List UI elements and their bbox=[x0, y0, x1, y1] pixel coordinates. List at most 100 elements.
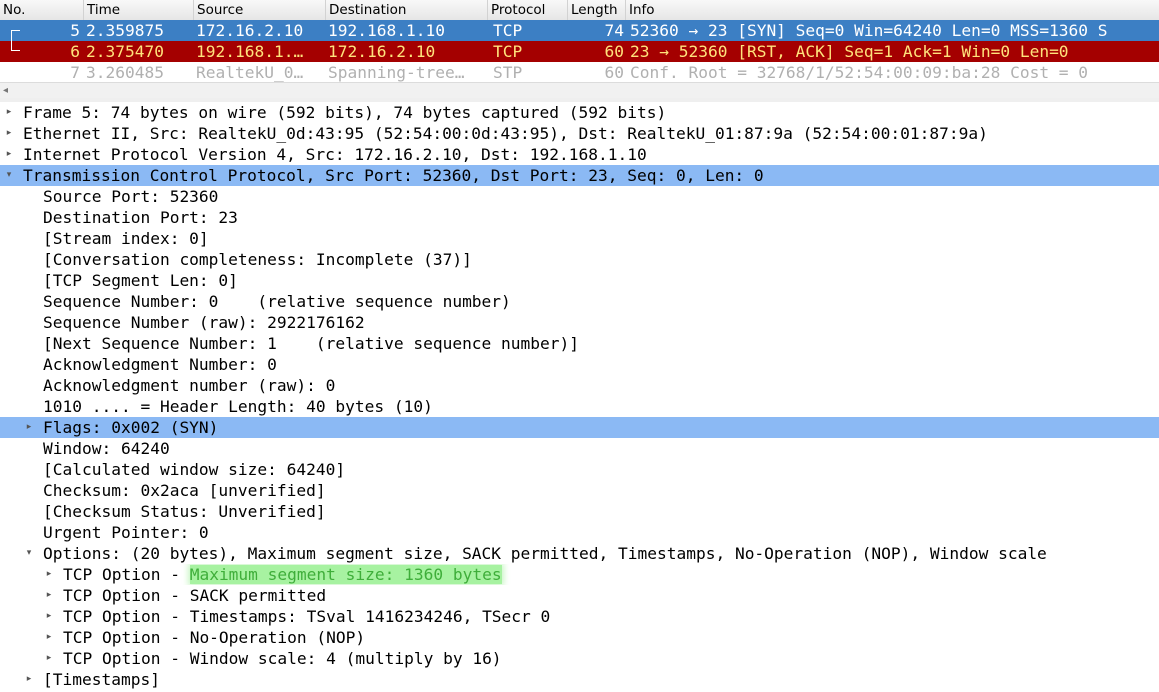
tree-item[interactable]: ▸ Flags: 0x002 (SYN) bbox=[0, 417, 1159, 438]
expand-arrow-icon[interactable]: ▸ bbox=[44, 627, 54, 648]
packet-length: 60 bbox=[604, 63, 625, 82]
tree-item-label: Destination Port: 23 bbox=[43, 207, 238, 228]
expand-arrow-icon[interactable]: ▸ bbox=[44, 648, 54, 669]
tree-item-text: TCP Option - Window scale: 4 (multiply b… bbox=[63, 649, 502, 668]
tree-item-text: Checksum: 0x2aca [unverified] bbox=[43, 481, 326, 500]
tree-item[interactable]: Destination Port: 23 bbox=[0, 207, 1159, 228]
packet-destination: 172.16.2.10 bbox=[328, 42, 436, 61]
column-header-info[interactable]: Info bbox=[626, 0, 1159, 20]
tree-item-text: [Conversation completeness: Incomplete (… bbox=[43, 250, 472, 269]
packet-time: 3.260485 bbox=[86, 63, 164, 82]
tree-item[interactable]: [Conversation completeness: Incomplete (… bbox=[0, 249, 1159, 270]
packet-time: 2.375470 bbox=[86, 42, 164, 61]
tree-item[interactable]: ▸ Frame 5: 74 bytes on wire (592 bits), 7… bbox=[0, 102, 1159, 123]
packet-length: 60 bbox=[604, 42, 625, 61]
packet-row[interactable]: 6 2.375470 192.168.1.… 172.16.2.10 TCP 60 23 →… bbox=[0, 41, 1159, 62]
scroll-left-icon[interactable]: ◂ bbox=[3, 83, 8, 98]
tree-item-text: TCP Option - Timestamps: TSval 141623424… bbox=[63, 607, 551, 626]
tree-item[interactable]: ▸ TCP Option - Maximum segment size: 1360… bbox=[0, 564, 1159, 585]
tree-item[interactable]: Acknowledgment Number: 0 bbox=[0, 354, 1159, 375]
tree-item-text: Urgent Pointer: 0 bbox=[43, 523, 209, 542]
tree-item-label: TCP Option - No-Operation (NOP) bbox=[63, 627, 365, 648]
tree-item-label: Sequence Number: 0 (relative sequence nu… bbox=[43, 291, 511, 312]
tree-item-label: Source Port: 52360 bbox=[43, 186, 218, 207]
tree-item[interactable]: Acknowledgment number (raw): 0 bbox=[0, 375, 1159, 396]
collapse-arrow-icon[interactable]: ▾ bbox=[24, 543, 34, 564]
tree-item-text: Destination Port: 23 bbox=[43, 208, 238, 227]
expand-arrow-icon[interactable]: ▸ bbox=[44, 606, 54, 627]
expand-arrow-icon[interactable]: ▸ bbox=[24, 417, 34, 438]
expand-arrow-icon[interactable]: ▸ bbox=[44, 585, 54, 606]
tree-item[interactable]: Sequence Number: 0 (relative sequence nu… bbox=[0, 291, 1159, 312]
packet-info: Conf. Root = 32768/1/52:54:00:09:ba:28 C… bbox=[630, 63, 1089, 82]
tree-item-text: TCP Option - No-Operation (NOP) bbox=[63, 628, 366, 647]
tree-item-label: [Conversation completeness: Incomplete (… bbox=[43, 249, 472, 270]
tree-item-label: Ethernet II, Src: RealtekU_0d:43:95 (52:… bbox=[23, 123, 988, 144]
tree-item-label: TCP Option - Timestamps: TSval 141623424… bbox=[63, 606, 550, 627]
tree-item[interactable]: Urgent Pointer: 0 bbox=[0, 522, 1159, 543]
tree-item-text: [TCP Segment Len: 0] bbox=[43, 271, 238, 290]
packet-list-header: No. Time Source Destination Protocol Len… bbox=[0, 0, 1159, 21]
expand-arrow-icon[interactable]: ▸ bbox=[24, 669, 34, 690]
packet-time: 2.359875 bbox=[86, 21, 164, 40]
tree-item[interactable]: ▸ TCP Option - Timestamps: TSval 14162342… bbox=[0, 606, 1159, 627]
tree-item[interactable]: 1010 .... = Header Length: 40 bytes (10) bbox=[0, 396, 1159, 417]
tree-item-text: Frame 5: 74 bytes on wire (592 bits), 74… bbox=[23, 103, 667, 122]
tree-item-label: 1010 .... = Header Length: 40 bytes (10) bbox=[43, 396, 433, 417]
tree-item[interactable]: ▸ TCP Option - Window scale: 4 (multiply … bbox=[0, 648, 1159, 669]
column-header-protocol[interactable]: Protocol bbox=[488, 0, 568, 20]
expand-arrow-icon[interactable]: ▸ bbox=[4, 123, 14, 144]
packet-details-tree[interactable]: ▸ Frame 5: 74 bytes on wire (592 bits), 7… bbox=[0, 102, 1159, 692]
tree-item[interactable]: Checksum: 0x2aca [unverified] bbox=[0, 480, 1159, 501]
tree-item-text: [Stream index: 0] bbox=[43, 229, 209, 248]
collapse-arrow-icon[interactable]: ▾ bbox=[4, 165, 14, 186]
packet-info: 52360 → 23 [SYN] Seq=0 Win=64240 Len=0 M… bbox=[630, 21, 1108, 40]
tree-item[interactable]: [TCP Segment Len: 0] bbox=[0, 270, 1159, 291]
tree-item-label: Flags: 0x002 (SYN) bbox=[43, 417, 218, 438]
tree-item-text: TCP Option - bbox=[63, 565, 190, 584]
tree-item[interactable]: ▾ Options: (20 bytes), Maximum segment si… bbox=[0, 543, 1159, 564]
tree-item[interactable]: [Next Sequence Number: 1 (relative seque… bbox=[0, 333, 1159, 354]
packet-row[interactable]: 7 3.260485 RealtekU_0… Spanning-tree… STP 60 C… bbox=[0, 62, 1159, 83]
column-header-time[interactable]: Time bbox=[84, 0, 194, 20]
tree-item[interactable]: Source Port: 52360 bbox=[0, 186, 1159, 207]
tree-item-label: [Timestamps] bbox=[43, 669, 160, 690]
tree-item[interactable]: Sequence Number (raw): 2922176162 bbox=[0, 312, 1159, 333]
tree-item[interactable]: ▸ Internet Protocol Version 4, Src: 172.1… bbox=[0, 144, 1159, 165]
related-packet-bracket bbox=[11, 30, 20, 41]
expand-arrow-icon[interactable]: ▸ bbox=[4, 102, 14, 123]
tree-item-label: Transmission Control Protocol, Src Port:… bbox=[23, 165, 764, 186]
tree-item-label: [Next Sequence Number: 1 (relative seque… bbox=[43, 333, 579, 354]
tree-item-label: [Checksum Status: Unverified] bbox=[43, 501, 326, 522]
expand-arrow-icon[interactable]: ▸ bbox=[44, 564, 54, 585]
column-header-destination[interactable]: Destination bbox=[326, 0, 488, 20]
tree-item[interactable]: ▸ [Timestamps] bbox=[0, 669, 1159, 690]
packet-length: 74 bbox=[604, 21, 625, 40]
tree-item-label: [Calculated window size: 64240] bbox=[43, 459, 345, 480]
tree-item[interactable]: [Calculated window size: 64240] bbox=[0, 459, 1159, 480]
tree-item[interactable]: Window: 64240 bbox=[0, 438, 1159, 459]
tree-item-text: TCP Option - SACK permitted bbox=[63, 586, 327, 605]
tree-item[interactable]: ▾ Transmission Control Protocol, Src Port… bbox=[0, 165, 1159, 186]
tree-item-text: Window: 64240 bbox=[43, 439, 170, 458]
tree-item-label: [TCP Segment Len: 0] bbox=[43, 270, 238, 291]
column-header-no[interactable]: No. bbox=[0, 0, 84, 20]
tree-item[interactable]: ▸ TCP Option - No-Operation (NOP) bbox=[0, 627, 1159, 648]
packet-no: 7 bbox=[70, 63, 80, 82]
tree-item[interactable]: [Checksum Status: Unverified] bbox=[0, 501, 1159, 522]
packet-row[interactable]: 5 2.359875 172.16.2.10 192.168.1.10 TCP 74 523… bbox=[0, 20, 1159, 41]
tree-item[interactable]: ▸ Ethernet II, Src: RealtekU_0d:43:95 (52… bbox=[0, 123, 1159, 144]
tree-item[interactable]: [Stream index: 0] bbox=[0, 228, 1159, 249]
column-header-length[interactable]: Length bbox=[568, 0, 626, 20]
tree-item[interactable]: ▸ TCP Option - SACK permitted bbox=[0, 585, 1159, 606]
tree-item-label: Frame 5: 74 bytes on wire (592 bits), 74… bbox=[23, 102, 666, 123]
tree-item-label: Sequence Number (raw): 2922176162 bbox=[43, 312, 365, 333]
tree-item-text: Acknowledgment number (raw): 0 bbox=[43, 376, 336, 395]
related-packet-bracket bbox=[11, 41, 20, 51]
tree-item-text: Options: (20 bytes), Maximum segment siz… bbox=[43, 544, 1047, 563]
packet-list[interactable]: No. Time Source Destination Protocol Len… bbox=[0, 0, 1159, 98]
column-header-source[interactable]: Source bbox=[194, 0, 326, 20]
horizontal-scrollbar[interactable]: ◂ bbox=[0, 82, 1159, 98]
expand-arrow-icon[interactable]: ▸ bbox=[4, 144, 14, 165]
packet-info: 23 → 52360 [RST, ACK] Seq=1 Ack=1 Win=0 … bbox=[630, 42, 1069, 61]
